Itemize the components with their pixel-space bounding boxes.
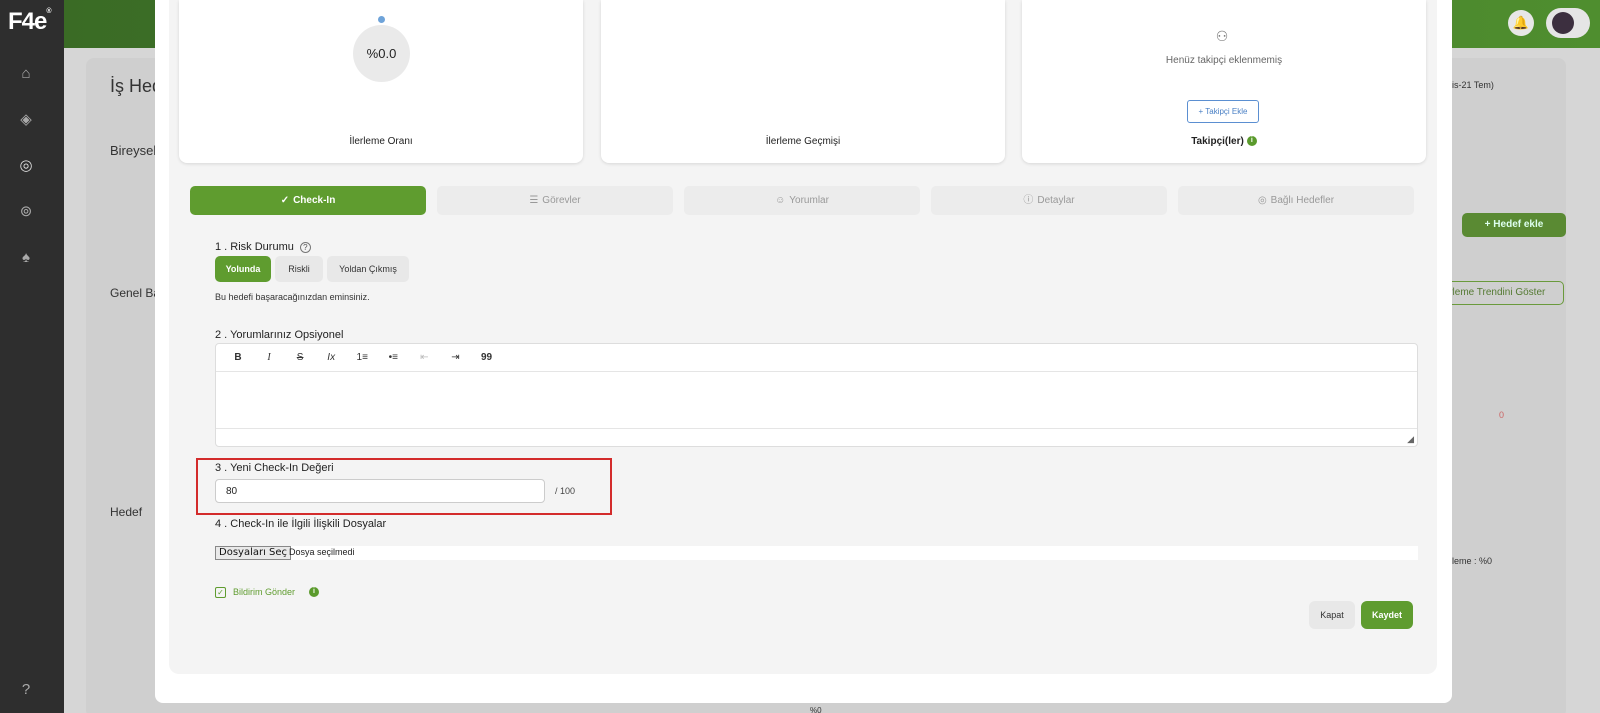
tab-bagli-hedefler[interactable]: ◎ Bağlı Hedefler [1178, 186, 1414, 215]
checkin-modal: %0.0 İlerleme Oranı İlerleme Geçmişi ⚇ H… [155, 0, 1452, 703]
comment-title: 2 . Yorumlarınız Opsiyonel [215, 329, 344, 341]
resize-handle-icon[interactable]: ◢ [1407, 434, 1414, 445]
checkin-value-title: 3 . Yeni Check-In Değeri [215, 462, 334, 474]
notify-checkbox[interactable]: ✓ [215, 587, 226, 598]
choose-files-button[interactable]: Dosyaları Seç [215, 546, 292, 560]
add-follower-button[interactable]: + Takipçi Ekle [1187, 100, 1259, 123]
tab-gorevler[interactable]: ☰ Görevler [437, 186, 673, 215]
tab-detaylar[interactable]: ⓘ Detaylar [931, 186, 1167, 215]
location-icon[interactable]: ⊚ [16, 202, 36, 222]
tab-check-in[interactable]: ✓ Check-In [190, 186, 426, 215]
risk-title: 1 . Risk Durumu? [215, 241, 311, 253]
files-title: 4 . Check-In ile İlgili İlişkili Dosyala… [215, 518, 387, 530]
app-logo[interactable]: F4e® [8, 8, 52, 36]
progress-dot [378, 16, 385, 23]
checkin-value-input[interactable] [215, 479, 545, 503]
shapes-icon[interactable]: ◈ [16, 110, 36, 130]
progress-text: leme : %0 [1452, 556, 1493, 566]
outdent-button[interactable]: ⇤ [410, 344, 438, 372]
followers-card: ⚇ Henüz takipçi eklenmemiş + Takipçi Ekl… [1022, 0, 1426, 163]
bullet-list-button[interactable]: •≡ [379, 344, 407, 372]
comment-textarea[interactable] [216, 372, 1417, 430]
hedef-label: Hedef [110, 505, 143, 519]
risk-riskli-button[interactable]: Riskli [275, 256, 323, 282]
comment-editor: B I S Ix 1≡ •≡ ⇤ ⇥ 99 ◢ [215, 343, 1418, 447]
target-icon[interactable]: ◎ [16, 156, 36, 176]
quote-button[interactable]: 99 [473, 344, 501, 372]
home-icon[interactable]: ⌂ [16, 64, 36, 84]
progress-card: %0.0 İlerleme Oranı [179, 0, 583, 163]
history-card: İlerleme Geçmişi [601, 0, 1005, 163]
list-icon: ☰ [529, 195, 539, 206]
close-button[interactable]: Kapat [1309, 601, 1355, 629]
risk-note: Bu hedefi başaracağınızdan eminsiniz. [215, 292, 370, 302]
italic-button[interactable]: I [255, 344, 283, 372]
indent-button[interactable]: ⇥ [441, 344, 469, 372]
risk-yolunda-button[interactable]: Yolunda [215, 256, 271, 282]
file-status: Dosya seçilmedi [289, 547, 355, 557]
section-title: Genel Ba [110, 286, 161, 300]
question-icon[interactable]: ? [299, 241, 311, 253]
sidebar: F4e® ⌂ ◈ ◎ ⊚ ♠ ? [0, 0, 64, 713]
strikethrough-button[interactable]: S [286, 344, 314, 372]
add-person-icon: ⚇ [1215, 28, 1229, 44]
comment-icon: ☺ [775, 195, 786, 206]
progress-label: İlerleme Oranı [349, 136, 413, 147]
ordered-list-button[interactable]: 1≡ [348, 344, 376, 372]
modal-body: %0.0 İlerleme Oranı İlerleme Geçmişi ⚇ H… [169, 0, 1437, 674]
check-circle-icon: ✓ [280, 195, 290, 206]
add-goal-button[interactable]: + Hedef ekle [1462, 213, 1566, 237]
help-icon[interactable]: ? [16, 680, 36, 700]
info-icon[interactable]: i [1246, 136, 1257, 147]
user-avatar[interactable] [1546, 8, 1590, 38]
save-button[interactable]: Kaydet [1361, 601, 1413, 629]
info-icon: ⓘ [1023, 195, 1034, 206]
notify-label[interactable]: Bildirim Gönder [233, 587, 295, 597]
editor-footer: ◢ [216, 428, 1417, 446]
followers-empty-text: Henüz takipçi eklenmemiş [1165, 55, 1283, 66]
zero-value: 0 [1499, 410, 1505, 420]
editor-toolbar: B I S Ix 1≡ •≡ ⇤ ⇥ 99 [216, 344, 1417, 372]
risk-yoldan-cikmis-button[interactable]: Yoldan Çıkmış [327, 256, 409, 282]
checkin-max-label: / 100 [555, 486, 576, 496]
bold-button[interactable]: B [224, 344, 252, 372]
bell-icon[interactable]: 🔔 [1508, 10, 1534, 36]
date-range[interactable]: is-21 Tem) [1452, 80, 1494, 90]
file-input: Dosyaları Seç Dosya seçilmedi [215, 546, 1418, 560]
tab-bireysel[interactable]: Bireysel [110, 143, 156, 158]
notify-info-icon[interactable]: i [309, 587, 319, 597]
followers-label: Takipçi(ler) i [1022, 136, 1426, 147]
target-icon: ◎ [1257, 195, 1267, 206]
tab-yorumlar[interactable]: ☺ Yorumlar [684, 186, 920, 215]
thumbs-up-icon[interactable]: ♠ [16, 248, 36, 268]
history-label: İlerleme Geçmişi [765, 136, 841, 147]
clear-format-button[interactable]: Ix [317, 344, 345, 372]
bottom-percent: %0 [810, 706, 822, 713]
progress-circle: %0.0 [353, 25, 410, 82]
